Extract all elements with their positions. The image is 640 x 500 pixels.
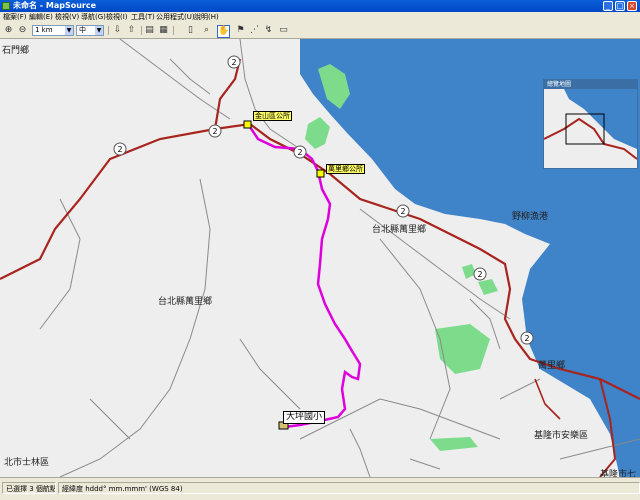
detail-select[interactable]: 中 ▼	[76, 25, 104, 36]
minimize-button[interactable]: _	[603, 1, 613, 11]
menu-view[interactable]: 檢視(V)	[55, 12, 79, 23]
track-list-icon[interactable]: ▦	[158, 25, 169, 36]
park-area	[430, 437, 478, 451]
park-area	[435, 324, 490, 374]
zoom-tool-icon[interactable]: ⌕	[201, 25, 212, 36]
status-bar: 已選擇 3 個航點 個 經緯度 hddd° mm.mmm' (WGS 84)	[0, 477, 640, 500]
waypoint-marker[interactable]	[243, 120, 252, 129]
zoom-level-value: 1 km	[35, 26, 53, 34]
waypoint-tool-icon[interactable]: ⚑	[235, 25, 246, 36]
place-label: 石門鄉	[2, 46, 30, 56]
zoom-level-select[interactable]: 1 km ▼	[32, 25, 74, 36]
measure-tool-icon[interactable]: ↯	[263, 25, 274, 36]
chevron-down-icon: ▼	[65, 26, 73, 35]
menu-help[interactable]: 說明(H)	[194, 12, 219, 23]
separator	[173, 26, 174, 35]
detail-value: 中	[79, 26, 86, 34]
route-number: 2	[524, 334, 529, 343]
menu-view2[interactable]: 檢視(I)	[106, 12, 128, 23]
app-icon	[2, 2, 10, 10]
track-draw-icon[interactable]: ▭	[278, 25, 289, 36]
place-label: 北市士林區	[4, 458, 50, 468]
maximize-button[interactable]: □	[615, 1, 625, 11]
separator	[141, 26, 142, 35]
waypoint-label[interactable]: 金山區公所	[253, 111, 292, 121]
send-to-device-icon[interactable]: ⇧	[126, 25, 137, 36]
place-label: 台北縣萬里鄉	[372, 225, 427, 235]
park-area	[462, 264, 476, 279]
highway-2-branch	[213, 58, 242, 130]
route-tool-icon[interactable]: ⋰	[249, 25, 260, 36]
menu-tools[interactable]: 工具(T)	[131, 12, 155, 23]
school-callout[interactable]: 大坪國小	[283, 411, 326, 424]
route-number: 2	[231, 58, 236, 67]
window-title: 未命名 - MapSource	[13, 1, 97, 10]
zoom-in-icon[interactable]: ⊕	[3, 25, 14, 36]
overview-title: 總覽地圖	[544, 80, 637, 89]
route-number: 2	[297, 148, 302, 157]
status-coordinates: 經緯度 hddd° mm.mmm' (WGS 84)	[58, 482, 640, 494]
route-number: 2	[212, 127, 217, 136]
waypoint-marker[interactable]	[316, 169, 325, 178]
overview-canvas[interactable]	[543, 89, 638, 168]
map-view[interactable]: 2 2 2 2 2 2 2 石門鄉 台北縣萬里鄉 台北縣萬里鄉 野柳漁港 北市士…	[0, 39, 640, 477]
hand-tool-icon[interactable]: ✋	[217, 25, 230, 38]
receive-from-device-icon[interactable]: ⇩	[112, 25, 123, 36]
place-label: 萬里鄉	[538, 361, 566, 371]
road-branch	[534, 378, 561, 420]
menu-edit[interactable]: 編輯(E)	[29, 12, 53, 23]
zoom-out-icon[interactable]: ⊖	[17, 25, 28, 36]
place-label: 基隆市安樂區	[534, 431, 589, 441]
park-area	[305, 117, 330, 149]
title-bar: 未命名 - MapSource _ □ ×	[0, 0, 640, 12]
route-number: 2	[117, 145, 122, 154]
menu-utilities[interactable]: 公用程式(U)	[156, 12, 195, 23]
route-number: 2	[477, 270, 482, 279]
menu-navigate[interactable]: 導航(G)	[81, 12, 106, 23]
menu-file[interactable]: 檔案(F)	[3, 12, 27, 23]
route-number: 2	[400, 207, 405, 216]
toolbar: ⊕ ⊖ 1 km ▼ 中 ▼ ⇩ ⇧ ▤ ▦ ▯ ⌕ ✋ ⚑ ⋰ ↯ ▭	[0, 23, 640, 39]
status-selection: 已選擇 3 個航點 個	[2, 482, 56, 494]
chevron-down-icon: ▼	[95, 26, 103, 35]
park-area	[478, 279, 498, 295]
close-button[interactable]: ×	[627, 1, 637, 11]
overview-map[interactable]: 總覽地圖	[543, 79, 638, 169]
route-list-icon[interactable]: ▤	[144, 25, 155, 36]
place-label: 基隆市七	[600, 470, 637, 477]
separator	[108, 26, 109, 35]
select-tool-icon[interactable]: ▯	[185, 25, 196, 36]
place-label: 野柳漁港	[512, 212, 549, 222]
waypoint-label[interactable]: 萬里鄉公所	[326, 164, 365, 174]
place-label: 台北縣萬里鄉	[158, 297, 213, 307]
